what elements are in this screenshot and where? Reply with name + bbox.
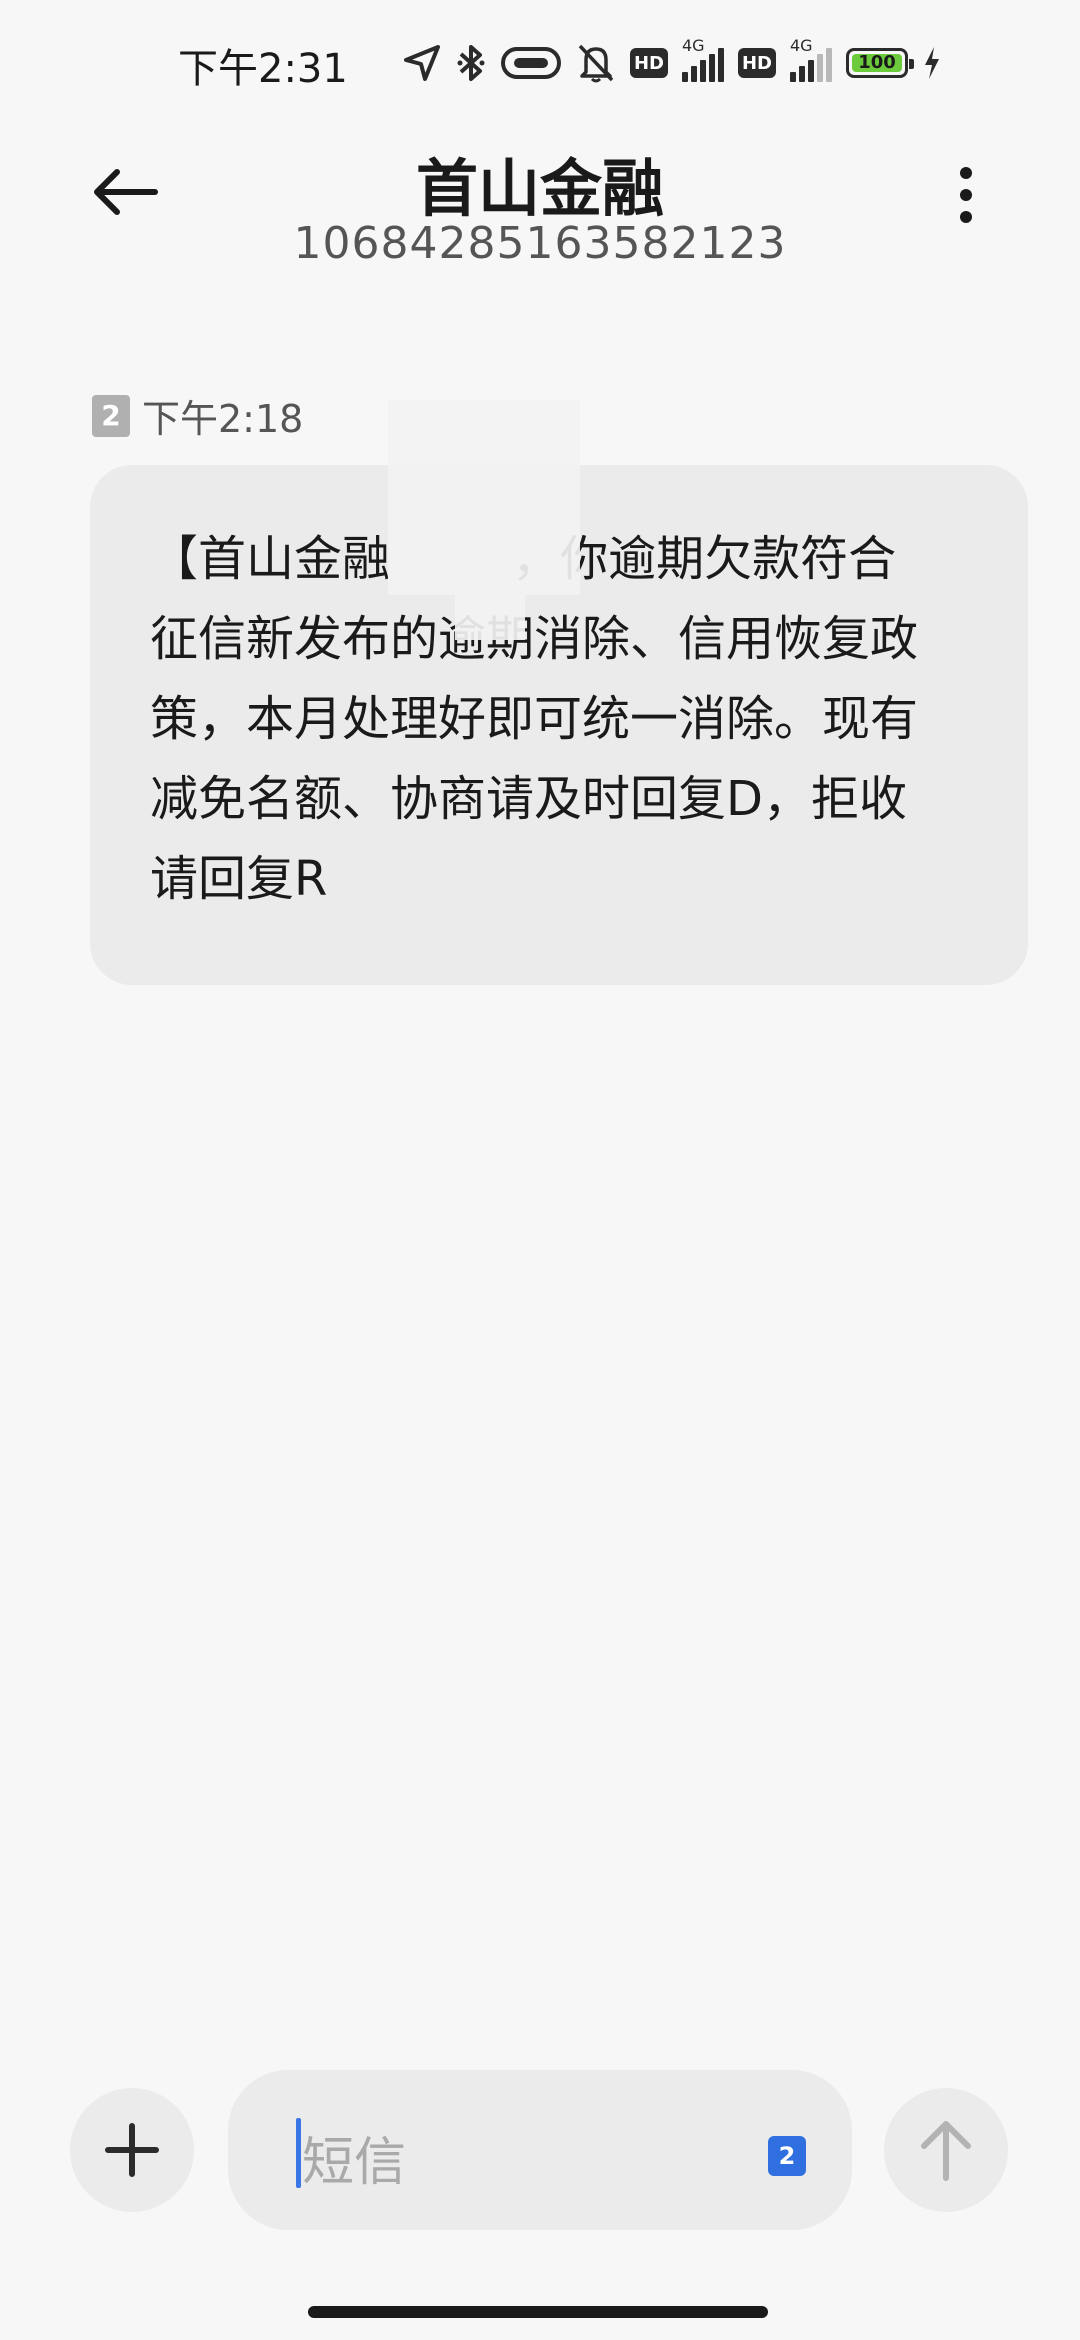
battery-icon: 100 — [846, 48, 914, 78]
contact-number: 10684285163582123 — [293, 218, 787, 269]
conversation-header: 首山金融 10684285163582123 — [0, 130, 1080, 290]
sim-badge-icon: 2 — [92, 394, 130, 437]
message-time: 下午2:18 — [142, 397, 304, 441]
nfc-icon — [501, 47, 561, 79]
status-icons: HD 4G HD 4G 100 — [402, 36, 942, 88]
more-options-button[interactable] — [936, 150, 996, 240]
bluetooth-icon — [457, 45, 485, 81]
send-button[interactable] — [884, 2088, 1008, 2212]
plus-icon — [105, 2123, 159, 2177]
text-cursor — [296, 2118, 301, 2188]
hd-icon: HD — [630, 48, 668, 78]
mute-icon — [578, 44, 614, 83]
redaction-overlay — [455, 595, 525, 640]
signal-icon: 4G — [682, 36, 724, 82]
charging-icon — [925, 47, 939, 79]
contact-name: 首山金融 — [415, 152, 664, 225]
message-input[interactable]: 短信 2 — [228, 2070, 852, 2230]
network-type-label: 4G — [682, 36, 705, 55]
redaction-overlay — [388, 400, 580, 595]
location-icon — [404, 45, 440, 81]
sim-select-button[interactable]: 2 — [768, 2136, 806, 2176]
message-meta: 2 下午2:18 — [92, 388, 303, 443]
more-vert-icon — [960, 167, 972, 179]
status-bar: 下午2:31 HD 4G HD 4G 100 — [0, 0, 1080, 120]
battery-level: 100 — [858, 52, 896, 73]
composer-bar: 短信 2 — [0, 2070, 1080, 2240]
add-attachment-button[interactable] — [70, 2088, 194, 2212]
send-arrow-icon — [921, 2121, 971, 2181]
network-type-label: 4G — [790, 36, 813, 55]
input-placeholder: 短信 — [302, 2133, 407, 2193]
status-time: 下午2:31 — [178, 46, 348, 92]
signal-icon: 4G — [790, 36, 832, 82]
home-indicator[interactable] — [308, 2306, 768, 2318]
hd-icon: HD — [738, 48, 776, 78]
